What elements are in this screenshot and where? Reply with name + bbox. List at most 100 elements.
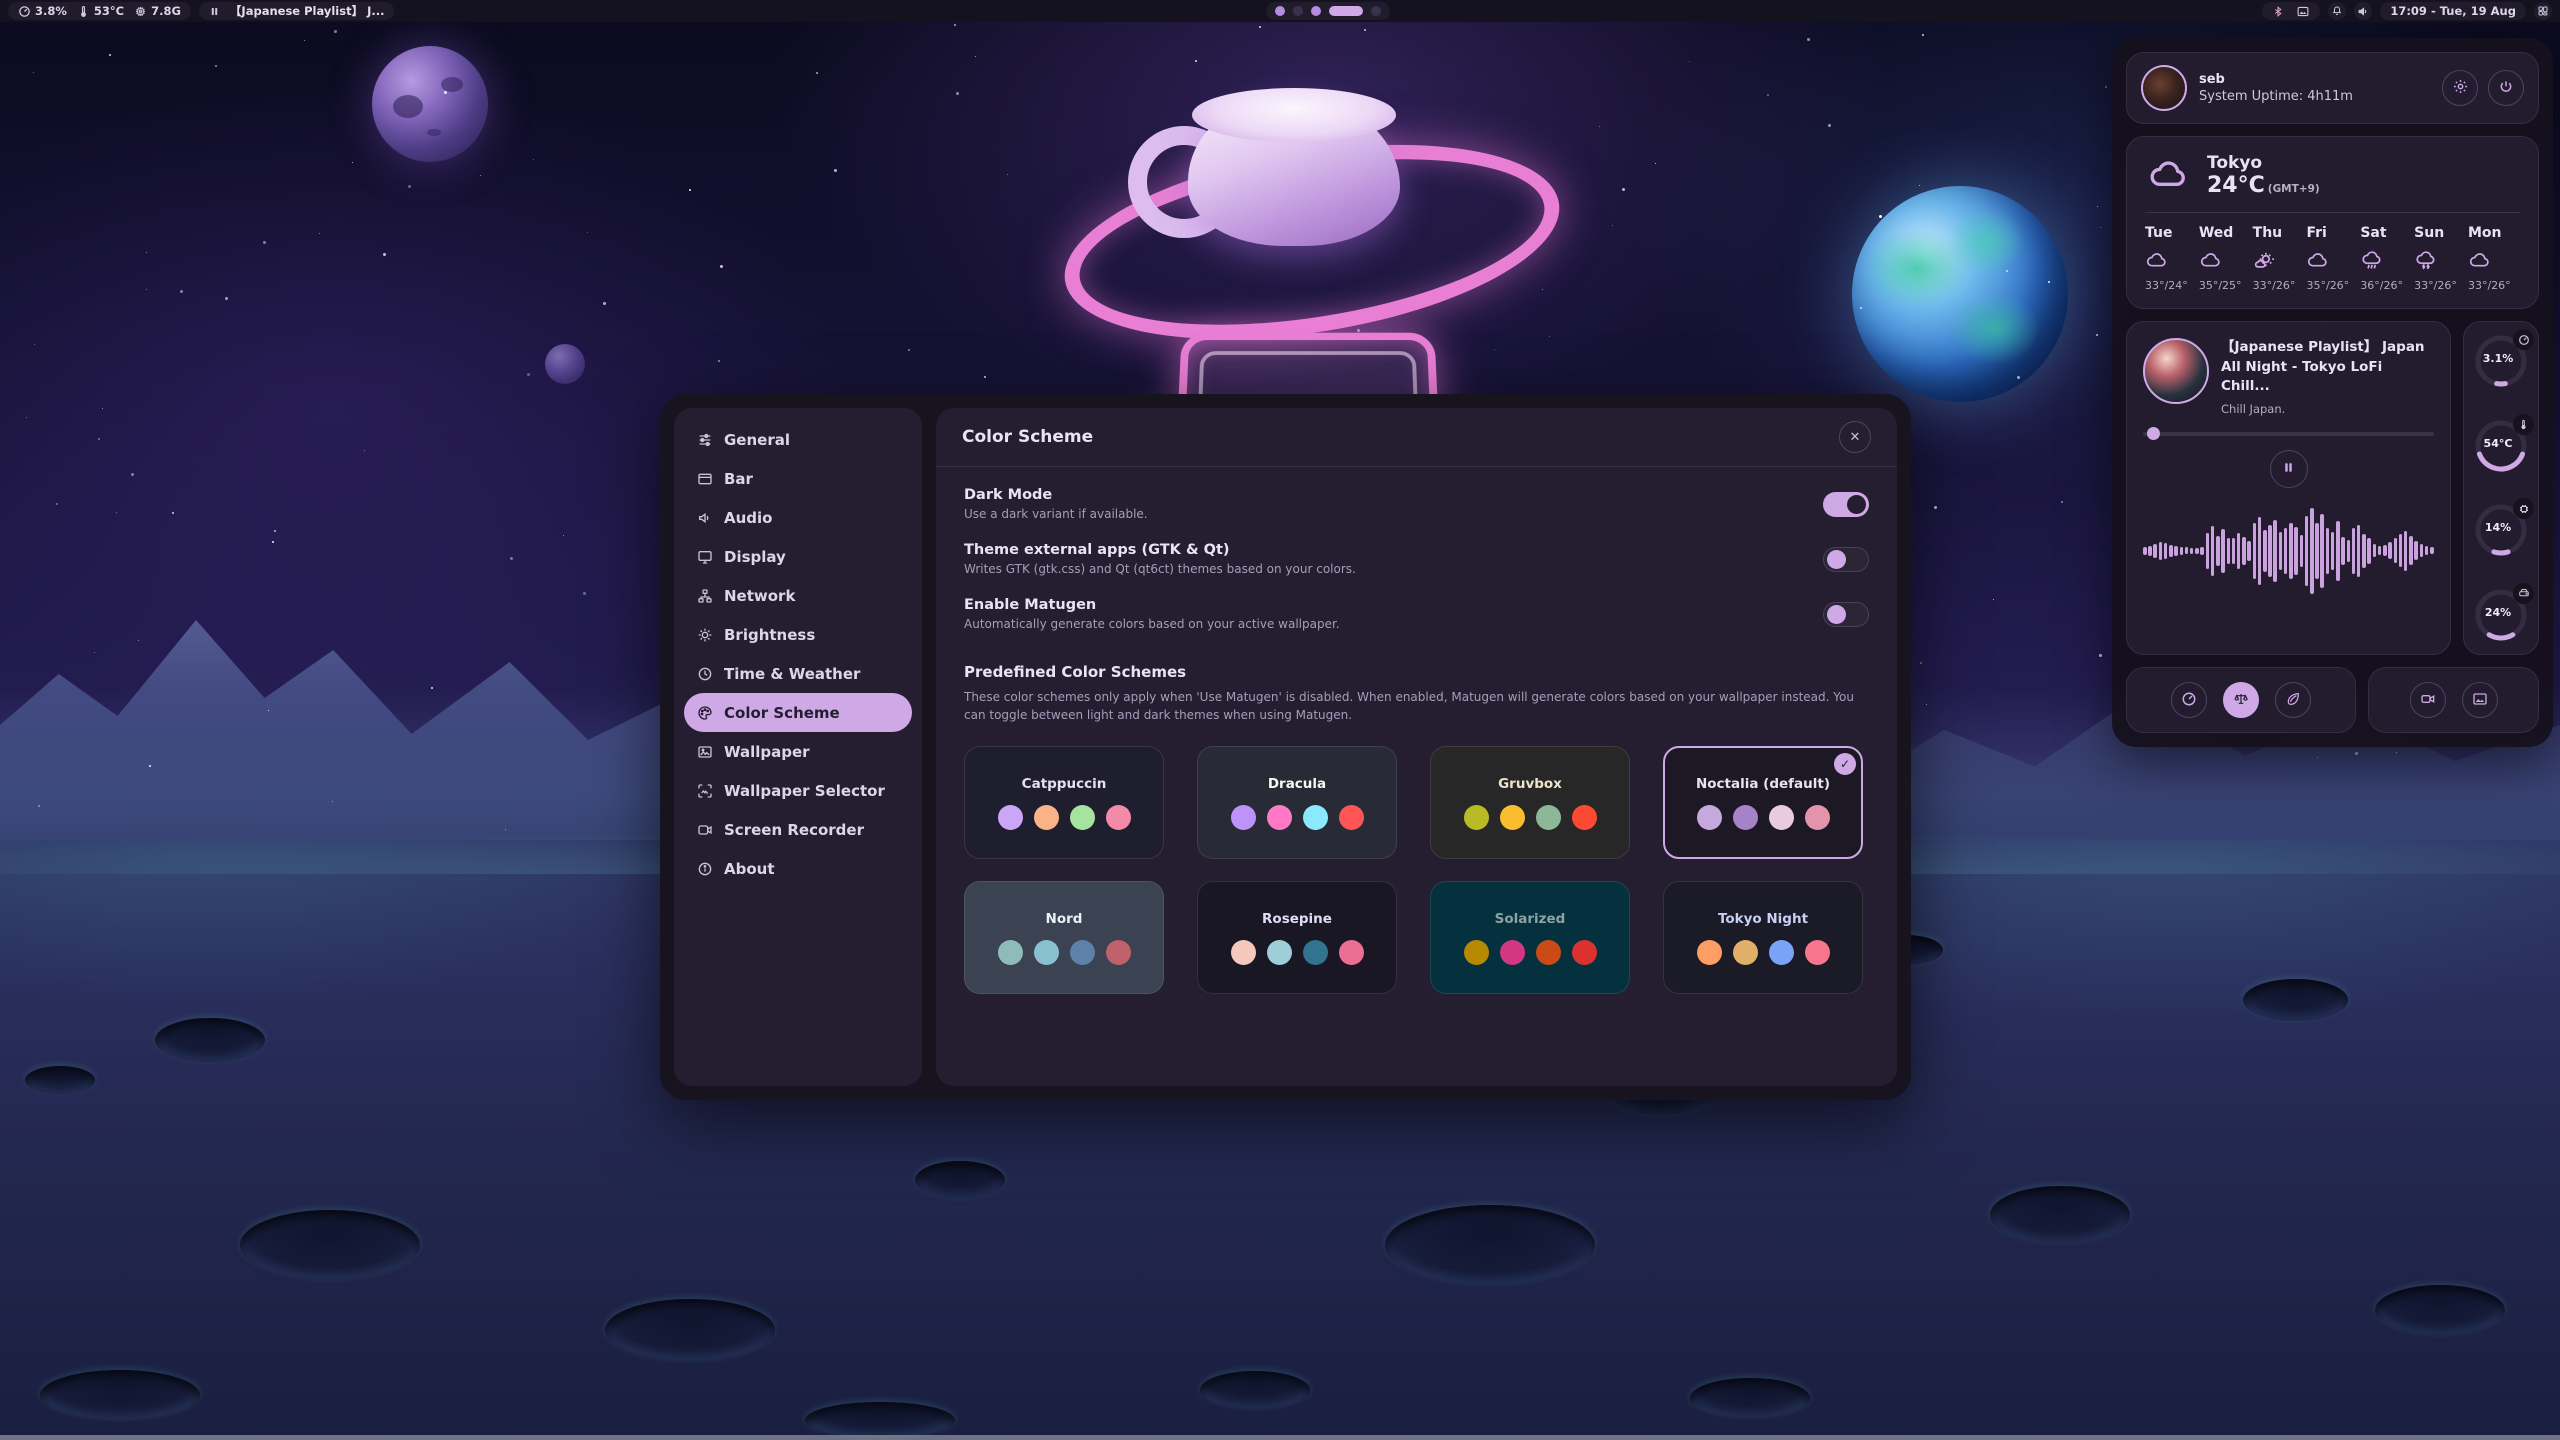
notifications-bell[interactable] bbox=[2328, 2, 2346, 20]
matugen-toggle[interactable] bbox=[1823, 602, 1869, 627]
close-button[interactable]: ✕ bbox=[1839, 421, 1871, 453]
color-swatch bbox=[1267, 940, 1292, 965]
workspace-dot-5[interactable] bbox=[1371, 6, 1381, 16]
star bbox=[1599, 126, 1600, 127]
progress-knob[interactable] bbox=[2147, 427, 2160, 440]
visualizer-bar bbox=[2331, 532, 2335, 570]
sidebar-item-color-scheme[interactable]: Color Scheme bbox=[684, 693, 912, 732]
tray-pill bbox=[2262, 2, 2320, 20]
star bbox=[2096, 334, 2098, 336]
wallpaper-button[interactable] bbox=[2462, 682, 2498, 718]
cloud-icon bbox=[2145, 248, 2169, 272]
star bbox=[1860, 307, 1862, 309]
sidebar-item-about[interactable]: About bbox=[684, 849, 912, 888]
star bbox=[94, 652, 95, 653]
star bbox=[2017, 376, 2020, 379]
bluetooth-icon[interactable] bbox=[2272, 5, 2284, 18]
star bbox=[26, 417, 27, 418]
launcher-button[interactable] bbox=[2534, 2, 2552, 20]
weather-card: Tokyo 24°C(GMT+9) Tue 33°/24° Wed 35°/25… bbox=[2126, 136, 2539, 309]
scheme-card-tokyo-night[interactable]: Tokyo Night bbox=[1663, 881, 1863, 994]
clock-pill[interactable]: 17:09 - Tue, 19 Aug bbox=[2380, 2, 2526, 20]
wallpaper-icon[interactable] bbox=[2296, 5, 2310, 18]
visualizer-bar bbox=[2190, 548, 2194, 554]
power-button[interactable] bbox=[2488, 70, 2524, 106]
star bbox=[1655, 163, 1656, 164]
scheme-card-gruvbox[interactable]: Gruvbox bbox=[1430, 746, 1630, 859]
visualizer-bar bbox=[2300, 535, 2304, 567]
star bbox=[408, 185, 411, 188]
workspace-indicator[interactable] bbox=[1266, 2, 1390, 20]
visualizer-bar bbox=[2414, 541, 2418, 560]
play-pause-button[interactable] bbox=[2270, 450, 2308, 488]
sidebar-item-wallpaper-selector[interactable]: Wallpaper Selector bbox=[684, 771, 912, 810]
visualizer-bar bbox=[2399, 534, 2403, 567]
power-profile-performance-button[interactable] bbox=[2171, 682, 2207, 718]
star bbox=[583, 592, 586, 595]
workspace-dot-2[interactable] bbox=[1293, 6, 1303, 16]
star bbox=[138, 640, 139, 641]
sidebar-item-screen-recorder[interactable]: Screen Recorder bbox=[684, 810, 912, 849]
star bbox=[332, 801, 333, 802]
visualizer-bar bbox=[2430, 547, 2434, 554]
gear-icon bbox=[2452, 78, 2469, 98]
gtk-qt-toggle[interactable] bbox=[1823, 547, 1869, 572]
scheme-card-dracula[interactable]: Dracula bbox=[1197, 746, 1397, 859]
star bbox=[1622, 188, 1625, 191]
power-profile-balanced-button[interactable] bbox=[2223, 682, 2259, 718]
visualizer-bar bbox=[2362, 534, 2366, 568]
scheme-card-nord[interactable]: Nord bbox=[964, 881, 1164, 994]
sidebar-item-network[interactable]: Network bbox=[684, 576, 912, 615]
star bbox=[146, 289, 147, 290]
sidebar-item-wallpaper[interactable]: Wallpaper bbox=[684, 732, 912, 771]
star bbox=[34, 344, 35, 345]
star bbox=[180, 290, 183, 293]
workspace-dot-4[interactable] bbox=[1329, 6, 1363, 16]
visualizer-bar bbox=[2388, 542, 2392, 559]
scheme-card-rosepine[interactable]: Rosepine bbox=[1197, 881, 1397, 994]
visualizer-bar bbox=[2153, 544, 2157, 558]
star bbox=[2099, 654, 2102, 657]
visualizer-bar bbox=[2232, 538, 2236, 564]
color-swatch bbox=[1106, 805, 1131, 830]
sidebar-item-time-weather[interactable]: Time & Weather bbox=[684, 654, 912, 693]
visualizer-bar bbox=[2357, 525, 2361, 577]
dark-mode-toggle[interactable] bbox=[1823, 492, 1869, 517]
earth-planet bbox=[1852, 186, 2068, 402]
star bbox=[116, 512, 117, 513]
media-progress-bar[interactable] bbox=[2143, 432, 2434, 436]
color-swatch bbox=[1733, 940, 1758, 965]
star bbox=[1920, 662, 1922, 664]
settings-button[interactable] bbox=[2442, 70, 2478, 106]
sidebar-item-general[interactable]: General bbox=[684, 420, 912, 459]
sidebar-item-display[interactable]: Display bbox=[684, 537, 912, 576]
scheme-card-solarized[interactable]: Solarized bbox=[1430, 881, 1630, 994]
forecast-day: Thu 33°/26° bbox=[2253, 225, 2305, 292]
toggle-knob bbox=[1847, 495, 1866, 514]
star bbox=[102, 408, 103, 409]
star bbox=[304, 40, 305, 41]
visualizer-bar bbox=[2394, 538, 2398, 563]
sidebar-item-brightness[interactable]: Brightness bbox=[684, 615, 912, 654]
visualizer-bar bbox=[2258, 517, 2262, 585]
power-profile-eco-button[interactable] bbox=[2275, 682, 2311, 718]
crater bbox=[1990, 1186, 2130, 1244]
cloud-icon bbox=[2199, 248, 2223, 272]
screen-record-button[interactable] bbox=[2410, 682, 2446, 718]
cpu-gauge: 3.1% bbox=[2472, 332, 2530, 390]
star bbox=[2105, 86, 2107, 88]
star bbox=[149, 765, 151, 767]
scheme-card-noctalia-default[interactable]: ✓ Noctalia (default) bbox=[1663, 746, 1863, 859]
star bbox=[274, 530, 276, 532]
topbar-media-pill[interactable]: 【Japanese Playlist】 J... bbox=[199, 2, 395, 20]
star bbox=[720, 265, 723, 268]
workspace-dot-3[interactable] bbox=[1311, 6, 1321, 16]
star bbox=[984, 376, 986, 378]
matugen-description: Automatically generate colors based on y… bbox=[964, 617, 1340, 631]
volume-button[interactable] bbox=[2354, 2, 2372, 20]
gtk-qt-description: Writes GTK (gtk.css) and Qt (qt6ct) them… bbox=[964, 562, 1356, 576]
sidebar-item-bar[interactable]: Bar bbox=[684, 459, 912, 498]
sidebar-item-audio[interactable]: Audio bbox=[684, 498, 912, 537]
scheme-card-catppuccin[interactable]: Catppuccin bbox=[964, 746, 1164, 859]
workspace-dot-1[interactable] bbox=[1275, 6, 1285, 16]
